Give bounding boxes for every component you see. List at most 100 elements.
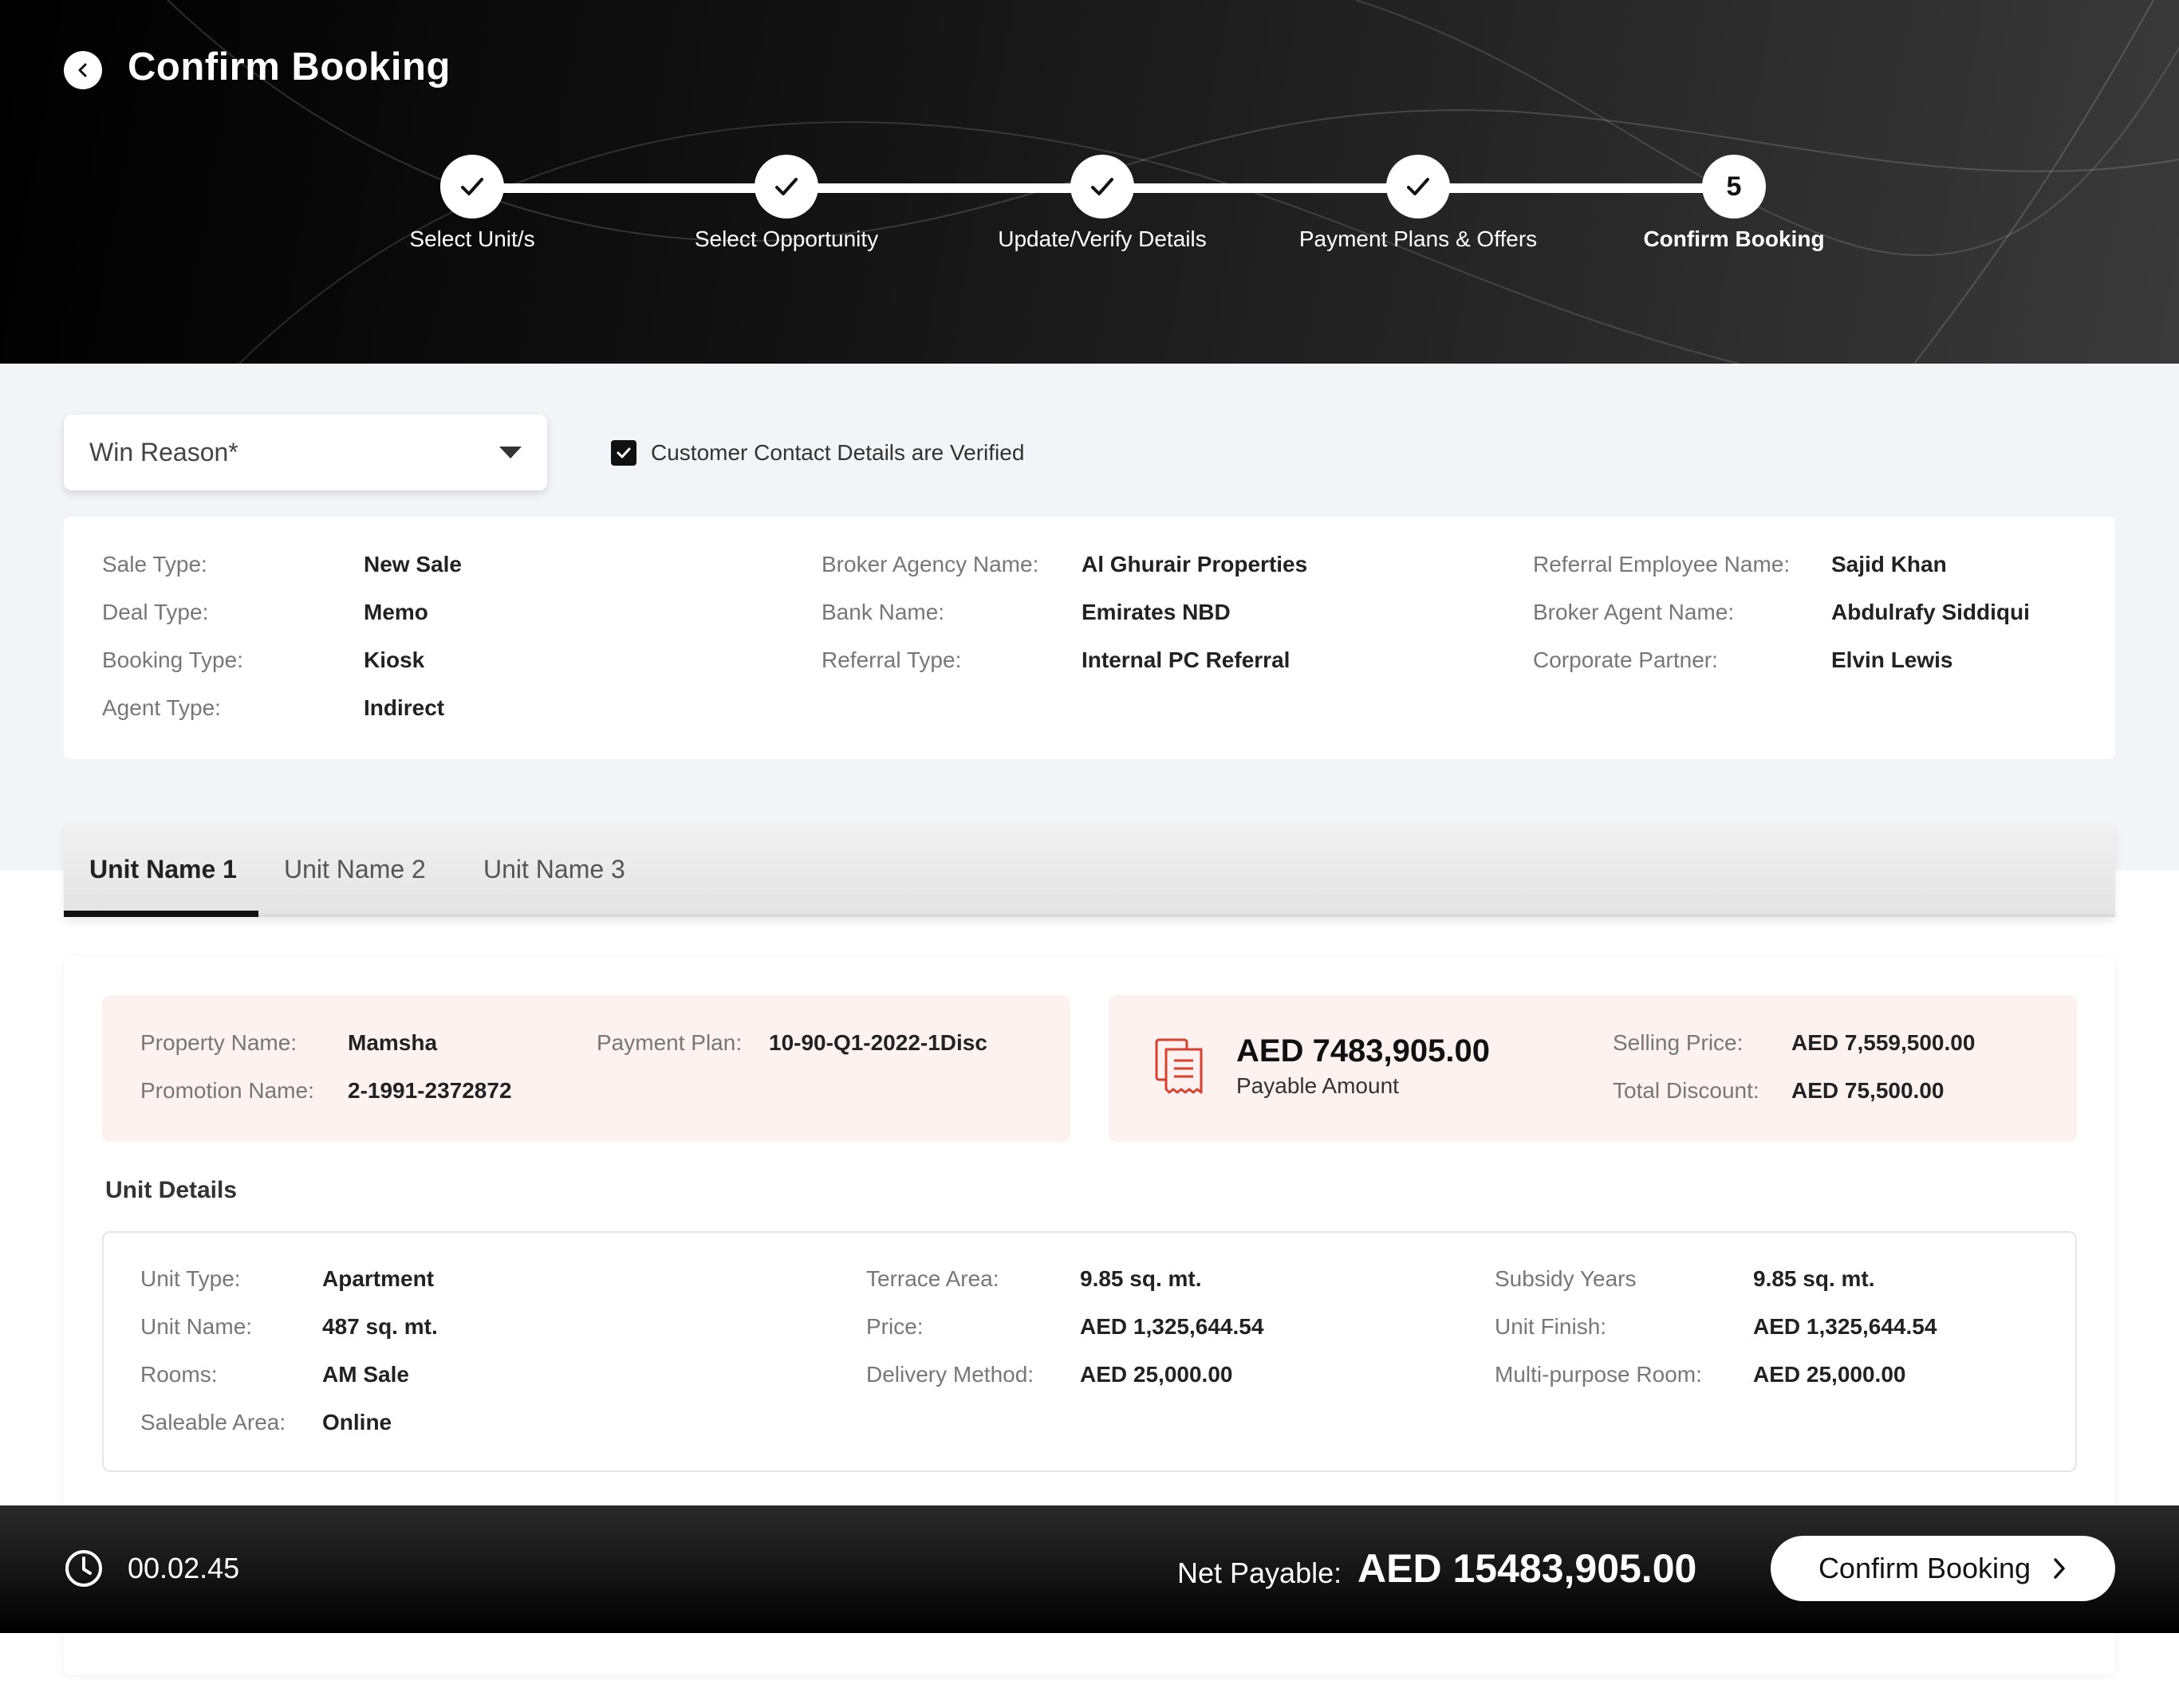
page-title: Confirm Booking (128, 45, 451, 89)
field-label: Unit Name: (140, 1314, 253, 1339)
price-row: Price: AED 1,325,644.54 (866, 1314, 1263, 1340)
step-label: Payment Plans & Offers (1298, 226, 1538, 251)
promotion-name-row: Promotion Name: 2-1991-2372872 (140, 1078, 512, 1104)
check-icon (775, 178, 798, 195)
step-label: Update/Verify Details (998, 226, 1207, 251)
field-value: Memo (364, 600, 428, 624)
rooms-row: Rooms: AM Sale (140, 1362, 409, 1387)
field-label: Referral Employee Name: (1533, 552, 1791, 577)
unit-details-title: Unit Details (105, 1177, 238, 1203)
field-value: Indirect (364, 695, 445, 720)
step-label: Confirm Booking (1643, 226, 1825, 251)
chevron-left-icon (78, 63, 87, 77)
field-label: Delivery Method: (866, 1362, 1034, 1387)
net-payable-value: AED 15483,905.00 (1357, 1546, 1697, 1591)
field-value: Online (322, 1410, 392, 1434)
tab-unit-name-1[interactable]: Unit Name 1 (89, 855, 237, 884)
bank-name-row: Bank Name: Emirates NBD (822, 600, 1231, 625)
broker-agency-row: Broker Agency Name: Al Ghurair Properties (822, 552, 1307, 577)
referral-employee-row: Referral Employee Name: Sajid Khan (1533, 552, 1947, 577)
field-value: AED 75,500.00 (1791, 1078, 1945, 1103)
field-value: 9.85 sq. mt. (1753, 1266, 1875, 1291)
field-label: Saleable Area: (140, 1410, 286, 1434)
step-number-circle: 5 (1702, 155, 1766, 218)
step-complete-circle (1386, 155, 1450, 218)
win-reason-dropdown[interactable]: Win Reason* (64, 415, 547, 490)
unit-tabs: Unit Name 1 Unit Name 2 Unit Name 3 (64, 823, 2115, 917)
field-value: Al Ghurair Properties (1082, 552, 1308, 577)
contact-verified-checkbox[interactable]: Customer Contact Details are Verified (611, 440, 1024, 466)
step-complete-circle (1070, 155, 1134, 218)
field-label: Sale Type: (102, 552, 207, 577)
field-label: Corporate Partner: (1533, 647, 1718, 672)
multipurpose-room-row: Multi-purpose Room: AED 25,000.00 (1495, 1362, 1905, 1387)
field-value: AM Sale (322, 1362, 409, 1387)
field-value: Sajid Khan (1831, 552, 1947, 577)
field-value: 487 sq. mt. (322, 1314, 438, 1339)
confirm-booking-button[interactable]: Confirm Booking (1771, 1536, 2115, 1601)
confirm-booking-label: Confirm Booking (1818, 1552, 2031, 1584)
booking-type-row: Booking Type: Kiosk (102, 647, 424, 673)
field-label: Total Discount: (1613, 1078, 1759, 1103)
deal-type-row: Deal Type: Memo (102, 600, 428, 625)
booking-info-card: Sale Type: New Sale Deal Type: Memo Bookin… (64, 517, 2115, 759)
field-label: Bank Name: (822, 600, 945, 624)
check-icon (617, 447, 631, 458)
header-banner: Confirm Booking Select Unit/s Select Opp… (0, 0, 2179, 364)
tab-unit-name-3[interactable]: Unit Name 3 (483, 855, 625, 884)
subsidy-years-row: Subsidy Years 9.85 sq. mt. (1495, 1266, 1875, 1292)
field-label: Broker Agency Name: (822, 552, 1039, 577)
contact-verified-label: Customer Contact Details are Verified (651, 440, 1025, 465)
checkbox-checked-icon (611, 440, 636, 466)
field-value: Emirates NBD (1082, 600, 1231, 624)
field-label: Broker Agent Name: (1533, 600, 1735, 624)
selling-price-row: Selling Price: AED 7,559,500.00 (1613, 1030, 1975, 1056)
unit-finish-row: Unit Finish: AED 1,325,644.54 (1495, 1314, 1937, 1340)
field-label: Unit Finish: (1495, 1314, 1607, 1339)
delivery-method-row: Delivery Method: AED 25,000.00 (866, 1362, 1232, 1387)
step-complete-circle (755, 155, 818, 218)
field-value: Elvin Lewis (1831, 647, 1953, 672)
field-label: Price: (866, 1314, 924, 1339)
field-label: Rooms: (140, 1362, 218, 1387)
field-value: AED 25,000.00 (1753, 1362, 1906, 1387)
field-value: Abdulrafy Siddiqui (1831, 600, 2030, 624)
check-icon (1091, 178, 1113, 195)
sale-type-row: Sale Type: New Sale (102, 552, 462, 577)
back-button[interactable] (64, 51, 102, 89)
field-label: Promotion Name: (140, 1078, 314, 1103)
field-value: New Sale (364, 552, 462, 577)
caret-down-icon (499, 447, 522, 458)
field-label: Property Name: (140, 1030, 297, 1055)
saleable-area-row: Saleable Area: Online (140, 1410, 392, 1435)
check-icon (1407, 178, 1429, 195)
field-value: 2-1991-2372872 (348, 1078, 512, 1103)
payment-summary-box: AED 7483,905.00 Payable Amount Selling P… (1109, 995, 2077, 1142)
agent-type-row: Agent Type: Indirect (102, 695, 444, 721)
tab-unit-name-2[interactable]: Unit Name 2 (284, 855, 426, 884)
receipt-icon (1155, 1038, 1203, 1094)
payable-amount-value: AED 7483,905.00 (1236, 1033, 1491, 1068)
terrace-area-row: Terrace Area: 9.85 sq. mt. (866, 1266, 1202, 1292)
field-label: Booking Type: (102, 647, 243, 672)
field-label: Selling Price: (1613, 1030, 1744, 1055)
field-label: Payment Plan: (597, 1030, 743, 1055)
broker-agent-row: Broker Agent Name: Abdulrafy Siddiqui (1533, 600, 2030, 625)
payable-amount-label: Payable Amount (1236, 1073, 1399, 1098)
property-info-box: Property Name: Mamsha Payment Plan: 10-90-… (102, 995, 1070, 1142)
chevron-right-icon (2054, 1558, 2065, 1579)
clock-icon (65, 1550, 102, 1587)
field-label: Subsidy Years (1495, 1266, 1637, 1291)
field-label: Unit Type: (140, 1266, 241, 1291)
referral-type-row: Referral Type: Internal PC Referral (822, 647, 1290, 673)
total-discount-row: Total Discount: AED 75,500.00 (1613, 1078, 1944, 1104)
win-reason-placeholder: Win Reason* (89, 438, 238, 466)
field-value: 9.85 sq. mt. (1080, 1266, 1202, 1291)
footer-bar: 00.02.45 Net Payable: AED 15483,905.00 C… (0, 1505, 2179, 1633)
step-label: Select Unit/s (409, 226, 535, 251)
field-value: Internal PC Referral (1082, 647, 1290, 672)
field-label: Referral Type: (822, 647, 962, 672)
corporate-partner-row: Corporate Partner: Elvin Lewis (1533, 647, 1953, 673)
field-value: Apartment (322, 1266, 435, 1291)
net-payable-label: Net Payable: (1177, 1556, 1342, 1589)
